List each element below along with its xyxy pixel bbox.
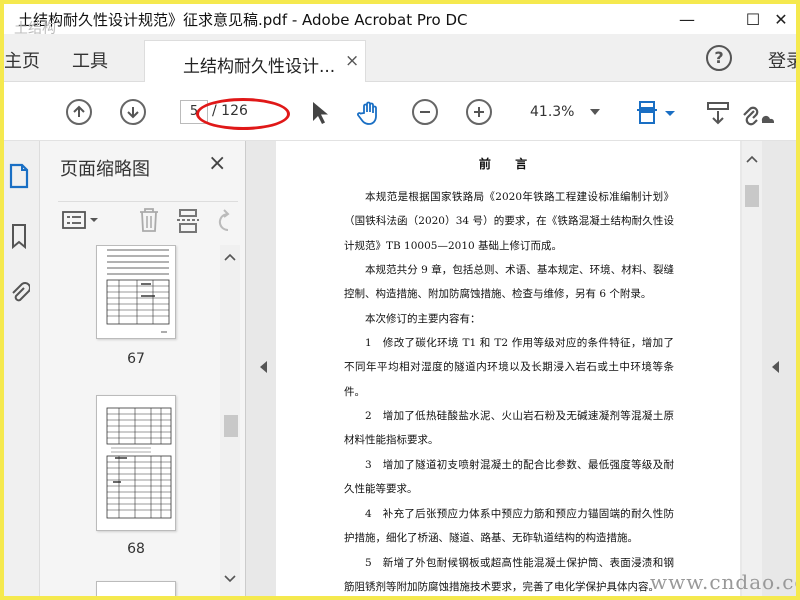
toolbar: 5 / 126 41.3%	[4, 83, 796, 141]
document-scrollbar[interactable]	[742, 141, 762, 596]
page-display-dropdown-icon[interactable]	[664, 99, 676, 127]
share-link-icon[interactable]	[738, 99, 778, 127]
paragraph: 5 新增了外包耐候钢板或超高性能混凝土保护筒、表面浸渍和钢筋阻锈剂等附加防腐蚀措…	[344, 557, 674, 594]
paragraph: 1 修改了碳化环境 T1 和 T2 作用等级对应的条件特征，增加了不同年平均相对…	[344, 337, 674, 398]
close-tab-icon[interactable]: ×	[345, 51, 359, 71]
highlight-ellipse	[196, 98, 290, 130]
thumbnail-label: 68	[127, 541, 145, 557]
previous-page-icon[interactable]	[66, 99, 92, 125]
close-window-button[interactable]: ✕	[766, 4, 796, 34]
page-thumbnails-icon[interactable]	[8, 163, 30, 189]
thumbnail-page-69[interactable]	[96, 581, 176, 596]
attachments-icon[interactable]	[8, 279, 30, 305]
navigation-rail	[4, 141, 40, 596]
paragraph: 本规范共分 9 章，包括总则、术语、基本规定、环境、材料、裂缝控制、构造措施、附…	[344, 264, 674, 301]
next-page-icon[interactable]	[120, 99, 146, 125]
tab-bar: 主页 工具 土结构耐久性设计... × ? 登录	[4, 34, 796, 82]
title-bar: 土结构耐久性设计规范》征求意见稿.pdf - Adobe Acrobat Pro…	[4, 4, 796, 37]
paragraph: 4 补充了后张预应力体系中预应力筋和预应力锚固端的耐久性防护措施，细化了桥涵、隧…	[344, 508, 674, 545]
thumbnail-page-67[interactable]	[96, 245, 176, 339]
zoom-in-icon[interactable]	[466, 99, 492, 125]
help-icon[interactable]: ?	[706, 45, 732, 71]
tab-document-label: 土结构耐久性设计...	[183, 57, 336, 77]
collapse-right-pane-icon[interactable]	[772, 361, 779, 373]
insert-page-icon[interactable]	[176, 208, 202, 234]
tab-home[interactable]: 主页	[4, 47, 40, 73]
zoom-level-select[interactable]: 41.3%	[520, 100, 598, 124]
collapse-left-pane-icon[interactable]	[260, 361, 267, 373]
scrollbar-thumb[interactable]	[224, 415, 238, 437]
tab-tools[interactable]: 工具	[72, 47, 108, 73]
scroll-down-icon[interactable]	[224, 575, 236, 583]
document-view: 前 言 本规范是根据国家铁路局《2020年铁路工程建设标准编制计划》（国铁科法函…	[246, 141, 796, 596]
delete-page-icon[interactable]	[136, 206, 162, 234]
document-heading: 前 言	[478, 157, 538, 171]
thumbnail-label: 67	[127, 351, 145, 367]
options-menu-icon[interactable]	[62, 210, 100, 230]
paragraph: 2 增加了低热硅酸盐水泥、火山岩石粉及无碱速凝剂等混凝土原材料性能指标要求。	[344, 410, 674, 447]
zoom-out-icon[interactable]	[412, 99, 438, 125]
panel-toolbar	[58, 201, 238, 235]
paragraph: 本规范是根据国家铁路局《2020年铁路工程建设标准编制计划》（国铁科法函（202…	[344, 191, 674, 252]
close-panel-icon[interactable]: ×	[208, 151, 226, 176]
thumbnails-scrollbar[interactable]	[220, 245, 240, 596]
scroll-up-icon[interactable]	[224, 253, 236, 261]
zoom-dropdown-icon[interactable]	[590, 109, 600, 115]
thumbnails-panel: 页面缩略图 × 67 68	[40, 141, 246, 596]
hand-tool-icon[interactable]	[356, 99, 384, 127]
watermark: www.cndao.com	[650, 570, 796, 594]
bookmarks-icon[interactable]	[8, 223, 30, 249]
scroll-mode-icon[interactable]	[704, 99, 732, 127]
tab-document[interactable]: 土结构耐久性设计... ×	[144, 40, 366, 82]
panel-title: 页面缩略图	[60, 159, 150, 180]
login-link[interactable]: 登录	[768, 47, 796, 73]
paragraph: 本次修订的主要内容有：	[365, 313, 481, 325]
minimize-button[interactable]: —	[664, 4, 710, 34]
thumbnails-list: 67 68	[40, 245, 228, 596]
rotate-page-icon[interactable]	[216, 208, 238, 234]
document-page: 前 言 本规范是根据国家铁路局《2020年铁路工程建设标准编制计划》（国铁科法函…	[276, 141, 740, 596]
thumbnail-page-68[interactable]	[96, 395, 176, 531]
page-display-icon[interactable]	[634, 99, 662, 127]
select-cursor-icon[interactable]	[306, 99, 334, 127]
doc-scrollbar-thumb[interactable]	[745, 185, 759, 207]
paragraph: 3 增加了隧道初支喷射混凝土的配合比参数、最低强度等级及耐久性能等要求。	[344, 459, 674, 496]
app-window: 土结构耐久性设计规范》征求意见稿.pdf - Adobe Acrobat Pro…	[4, 4, 796, 596]
window-title: 土结构耐久性设计规范》征求意见稿.pdf - Adobe Acrobat Pro…	[18, 11, 468, 29]
doc-scroll-up-icon[interactable]	[746, 155, 758, 163]
